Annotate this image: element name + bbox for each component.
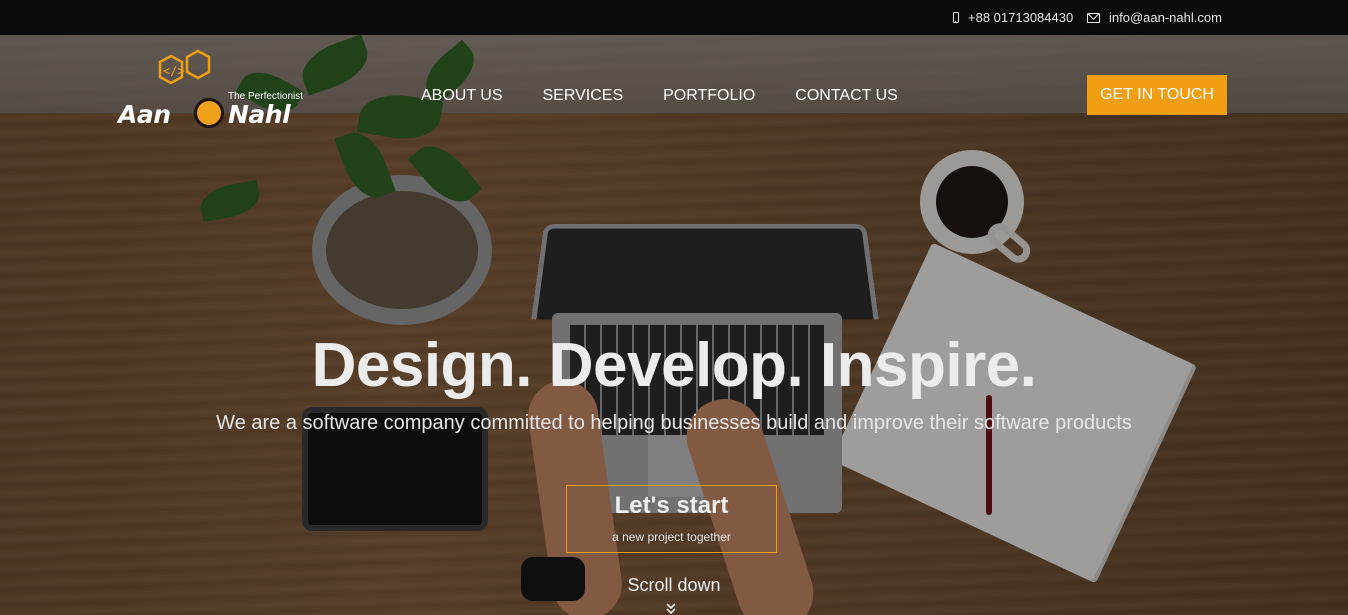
top-contact-bar: +88 01713084430 info@aan-nahl.com xyxy=(0,0,1348,35)
get-in-touch-button[interactable]: GET IN TOUCH xyxy=(1087,75,1227,115)
phone-number: +88 01713084430 xyxy=(968,10,1074,25)
mobile-phone-icon xyxy=(953,12,959,23)
phone-contact[interactable]: +88 01713084430 xyxy=(953,10,1073,25)
code-glyph: </> xyxy=(163,64,185,78)
hexagon-logo-icon: </> xyxy=(158,49,211,85)
bee-icon xyxy=(194,98,224,128)
site-logo[interactable]: </> The Perfectionist Aan Nahl xyxy=(116,48,316,138)
envelope-icon xyxy=(1087,12,1100,23)
logo-word-right: Nahl xyxy=(228,100,291,129)
scroll-down-label[interactable]: Scroll down xyxy=(0,575,1348,596)
double-chevron-down-icon[interactable] xyxy=(666,603,676,615)
nav-item-services[interactable]: SERVICES xyxy=(543,87,624,105)
nav-item-about-us[interactable]: ABOUT US xyxy=(421,87,503,105)
lets-start-title: Let's start xyxy=(614,492,729,519)
lets-start-button[interactable]: Let's start a new project together xyxy=(566,485,777,553)
lets-start-subtitle: a new project together xyxy=(612,530,731,544)
main-nav: ABOUT US SERVICES PORTFOLIO CONTACT US xyxy=(421,87,898,105)
nav-item-portfolio[interactable]: PORTFOLIO xyxy=(663,87,755,105)
email-contact[interactable]: info@aan-nahl.com xyxy=(1087,10,1222,25)
hero-headline: Design. Develop. Inspire. xyxy=(311,331,1037,400)
logo-word-left: Aan xyxy=(118,100,171,129)
hero-subheadline: We are a software company committed to h… xyxy=(216,412,1132,434)
nav-item-contact-us[interactable]: CONTACT US xyxy=(795,87,898,105)
email-address: info@aan-nahl.com xyxy=(1109,10,1222,25)
